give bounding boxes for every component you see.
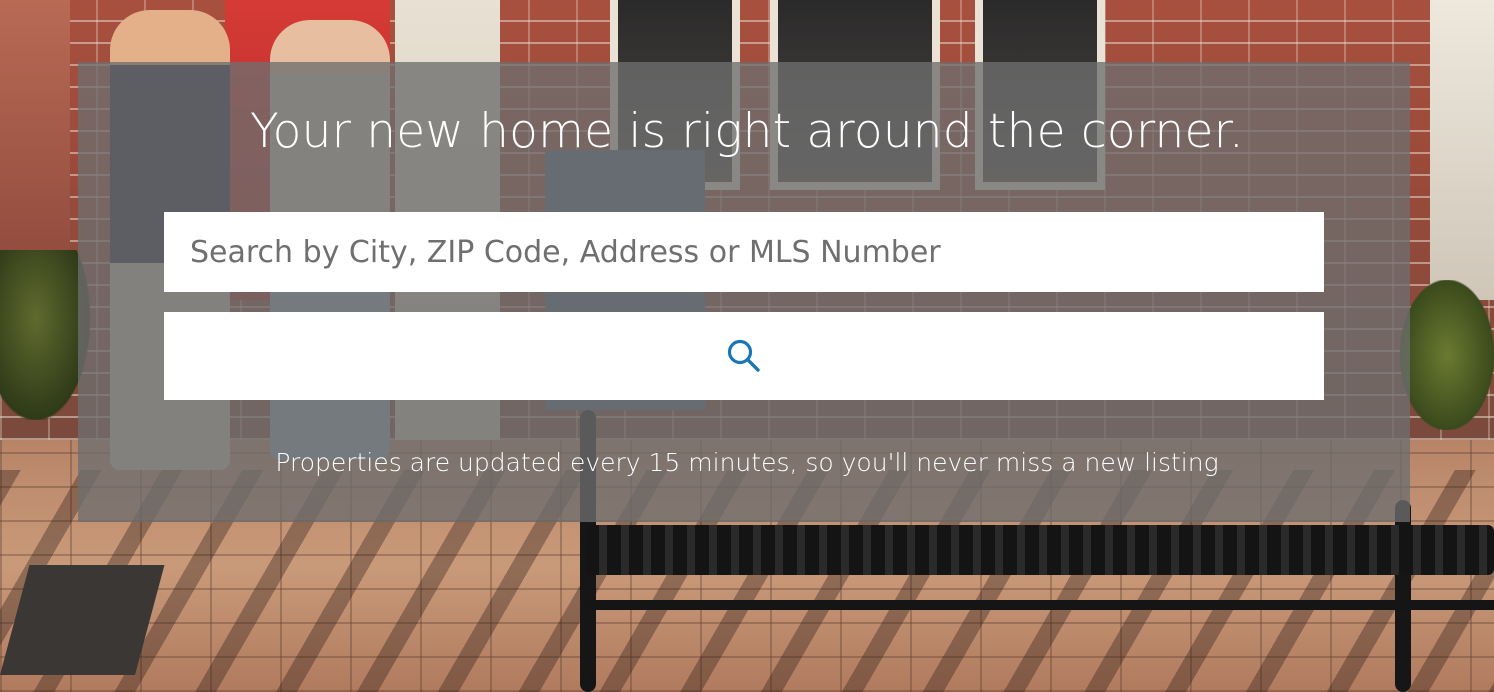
search-input[interactable]	[164, 212, 1324, 292]
hero-section: Your new home is right around the corner…	[0, 0, 1494, 692]
bench-bar	[585, 600, 1494, 610]
search-button[interactable]	[164, 312, 1324, 400]
shrub	[0, 250, 90, 420]
update-notice: Properties are updated every 15 minutes,…	[275, 448, 1219, 477]
search-icon	[727, 339, 760, 372]
search-box	[164, 212, 1324, 292]
bench	[585, 525, 1494, 575]
shrub	[1400, 280, 1494, 430]
hero-headline: Your new home is right around the corner…	[250, 104, 1244, 159]
